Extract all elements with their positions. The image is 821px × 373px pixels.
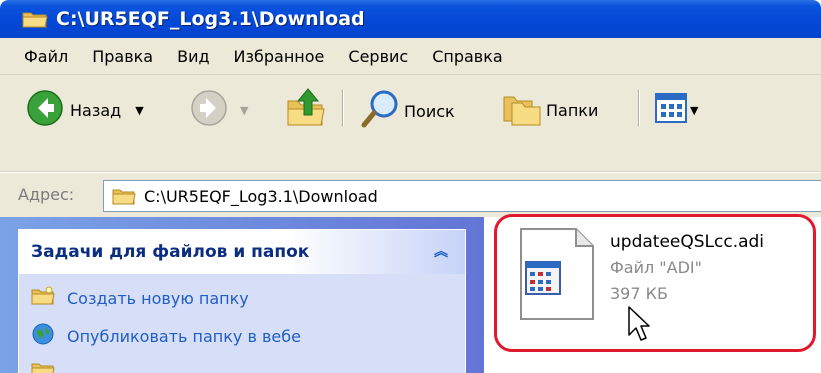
menu-bar: Файл Правка Вид Избранное Сервис Справка xyxy=(0,38,821,75)
task-item-label: Опубликовать папку в вебе xyxy=(67,326,301,346)
file-name[interactable]: updateeQSLcc.adi xyxy=(610,232,764,252)
task-panel-title: Задачи для файлов и папок xyxy=(31,242,310,262)
task-panel-header[interactable]: Задачи для файлов и папок ︽ xyxy=(19,230,465,274)
address-bar: Адрес: C:\UR5EQF_Log3.1\Download xyxy=(0,172,821,217)
folders-label: Папки xyxy=(546,100,599,120)
back-arrow-icon xyxy=(26,89,64,131)
address-label: Адрес: xyxy=(18,185,75,204)
folder-icon xyxy=(112,187,136,205)
folders-button[interactable]: Папки xyxy=(502,89,598,131)
share-folder-icon xyxy=(31,360,55,373)
file-folder-tasks-panel: Задачи для файлов и папок ︽ Создать нову… xyxy=(18,229,466,373)
address-value: C:\UR5EQF_Log3.1\Download xyxy=(144,186,378,206)
forward-arrow-icon xyxy=(190,89,228,131)
toolbar-separator xyxy=(342,89,344,127)
explorer-window: C:\UR5EQF_Log3.1\Download Файл Правка Ви… xyxy=(0,0,821,373)
folders-icon xyxy=(502,89,542,131)
task-item-new-folder[interactable]: Создать новую папку xyxy=(31,286,249,310)
publish-web-icon xyxy=(31,322,55,350)
search-label: Поиск xyxy=(404,101,455,121)
folder-icon xyxy=(22,9,48,29)
window-title: C:\UR5EQF_Log3.1\Download xyxy=(56,8,365,30)
back-button[interactable]: Назад ▼ xyxy=(26,89,144,131)
file-size: 397 КБ xyxy=(610,284,668,303)
menu-favorites[interactable]: Избранное xyxy=(224,47,335,66)
task-item-share-folder[interactable] xyxy=(31,360,67,373)
task-pane: Задачи для файлов и папок ︽ Создать нову… xyxy=(0,217,484,373)
toolbar: Назад ▼ ▼ Поиск Папки ▼ xyxy=(0,75,821,172)
title-bar[interactable]: C:\UR5EQF_Log3.1\Download xyxy=(0,0,821,38)
menu-edit[interactable]: Правка xyxy=(82,47,163,66)
menu-tools[interactable]: Сервис xyxy=(338,47,418,66)
new-folder-icon xyxy=(31,286,55,310)
views-icon xyxy=(654,91,688,129)
search-button[interactable]: Поиск xyxy=(360,89,455,133)
forward-button[interactable]: ▼ xyxy=(190,89,248,131)
menu-help[interactable]: Справка xyxy=(422,47,513,66)
address-field[interactable]: C:\UR5EQF_Log3.1\Download xyxy=(103,180,821,212)
file-type: Файл "ADI" xyxy=(610,258,702,277)
forward-dropdown-icon[interactable]: ▼ xyxy=(240,104,248,117)
views-dropdown-icon[interactable]: ▼ xyxy=(690,104,698,117)
mouse-cursor-icon xyxy=(627,305,651,343)
back-dropdown-icon[interactable]: ▼ xyxy=(135,104,143,117)
menu-file[interactable]: Файл xyxy=(24,47,78,66)
task-item-label: Создать новую папку xyxy=(67,288,249,308)
toolbar-separator xyxy=(638,89,640,127)
menu-view[interactable]: Вид xyxy=(167,47,219,66)
collapse-chevron-icon[interactable]: ︽ xyxy=(431,241,451,261)
up-folder-button[interactable] xyxy=(286,87,326,133)
back-label: Назад xyxy=(70,100,122,120)
task-item-publish-web[interactable]: Опубликовать папку в вебе xyxy=(31,322,301,350)
search-icon xyxy=(360,89,400,133)
adi-file-icon[interactable] xyxy=(518,226,596,322)
views-button[interactable]: ▼ xyxy=(654,91,698,129)
up-folder-icon xyxy=(286,87,326,133)
